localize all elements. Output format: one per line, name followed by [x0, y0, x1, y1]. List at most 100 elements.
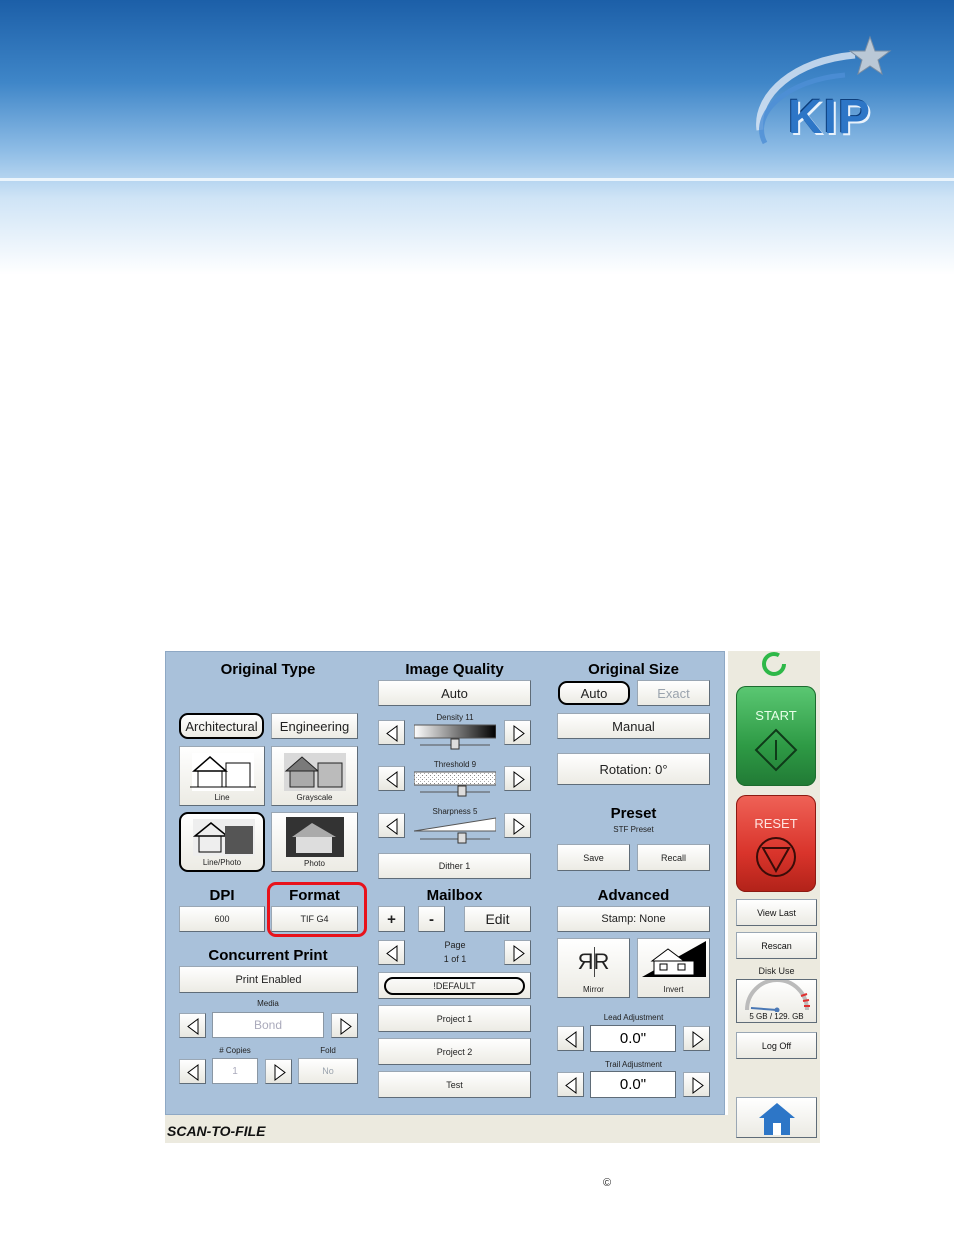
threshold-slider-thumb[interactable]	[457, 785, 467, 797]
house-line-photo-icon	[192, 819, 255, 856]
lead-adjustment-label: Lead Adjustment	[603, 1013, 664, 1022]
arrow-left-icon	[386, 771, 398, 788]
mailbox-item-default[interactable]: !DEFAULT	[378, 972, 531, 999]
kip-logo-text: KIP	[788, 91, 872, 144]
grayscale-mode-button[interactable]: Grayscale	[271, 746, 358, 806]
banner-divider	[0, 178, 954, 181]
reset-label: RESET	[754, 816, 798, 831]
mailbox-edit-button[interactable]: Edit	[464, 906, 531, 932]
photo-mode-button[interactable]: Photo	[271, 812, 358, 872]
fold-label: Fold	[320, 1046, 336, 1055]
start-diamond-icon	[754, 728, 798, 772]
gauge-icon	[745, 978, 810, 1013]
home-icon	[758, 1102, 795, 1135]
mailbox-item-project-2[interactable]: Project 2	[378, 1038, 531, 1065]
density-increase-button[interactable]	[504, 720, 531, 745]
threshold-decrease-button[interactable]	[378, 766, 405, 791]
arrow-left-icon	[386, 725, 398, 742]
mailbox-add-button[interactable]: +	[378, 906, 405, 932]
mailbox-item-label: !DEFAULT	[384, 976, 525, 995]
rotation-button[interactable]: Rotation: 0°	[557, 753, 710, 785]
start-button[interactable]: START	[736, 686, 816, 786]
mailbox-title: Mailbox	[426, 887, 483, 904]
arrow-right-icon	[513, 818, 525, 835]
line-photo-mode-button[interactable]: Line/Photo	[179, 812, 265, 872]
house-line-icon	[190, 753, 256, 791]
original-size-title: Original Size	[588, 661, 679, 678]
trail-increase-button[interactable]	[683, 1072, 710, 1097]
lead-decrease-button[interactable]	[557, 1026, 584, 1051]
size-manual-button[interactable]: Manual	[557, 713, 710, 739]
disk-use-value: 5 GB / 129. GB	[749, 1012, 804, 1021]
reset-stop-icon	[756, 837, 796, 877]
dpi-button[interactable]: 600	[179, 906, 265, 932]
preset-recall-button[interactable]: Recall	[637, 844, 710, 871]
size-auto-button[interactable]: Auto	[558, 681, 630, 705]
mailbox-page-value: 1 of 1	[443, 954, 467, 964]
dpi-title: DPI	[209, 887, 235, 904]
architectural-button[interactable]: Architectural	[179, 713, 264, 739]
line-caption: Line	[214, 793, 230, 802]
line-photo-caption: Line/Photo	[202, 858, 242, 867]
threshold-label: Threshold 9	[433, 760, 477, 769]
media-field[interactable]: Bond	[212, 1012, 324, 1038]
arrow-left-icon	[187, 1018, 199, 1035]
arrow-right-icon	[513, 945, 525, 962]
log-off-button[interactable]: Log Off	[736, 1032, 817, 1059]
mailbox-item-test[interactable]: Test	[378, 1071, 531, 1098]
trail-decrease-button[interactable]	[557, 1072, 584, 1097]
density-slider[interactable]	[414, 724, 496, 750]
media-next-button[interactable]	[331, 1013, 358, 1038]
mirror-caption: Mirror	[583, 985, 604, 994]
mailbox-remove-button[interactable]: -	[418, 906, 445, 932]
copies-label: # Copies	[219, 1046, 251, 1055]
reset-button[interactable]: RESET	[736, 795, 816, 892]
mirror-button[interactable]: ЯR Mirror	[557, 938, 630, 998]
threshold-increase-button[interactable]	[504, 766, 531, 791]
concurrent-print-title: Concurrent Print	[208, 947, 328, 964]
home-button[interactable]	[736, 1097, 817, 1138]
engineering-button[interactable]: Engineering	[271, 713, 358, 739]
lead-increase-button[interactable]	[683, 1026, 710, 1051]
invert-button[interactable]: Invert	[637, 938, 710, 998]
media-label: Media	[257, 999, 279, 1008]
trail-adjustment-label: Trail Adjustment	[604, 1060, 663, 1069]
density-decrease-button[interactable]	[378, 720, 405, 745]
size-exact-button[interactable]: Exact	[637, 680, 710, 706]
house-grayscale-icon	[284, 753, 346, 791]
threshold-slider[interactable]	[414, 771, 496, 799]
mailbox-page-next-button[interactable]	[504, 940, 531, 965]
copies-field[interactable]: 1	[212, 1058, 258, 1084]
invert-house-icon	[642, 941, 706, 977]
grayscale-caption: Grayscale	[296, 793, 333, 802]
stamp-button[interactable]: Stamp: None	[557, 906, 710, 932]
print-enabled-button[interactable]: Print Enabled	[179, 966, 358, 993]
arrow-right-icon	[513, 771, 525, 788]
invert-caption: Invert	[663, 985, 684, 994]
preset-save-button[interactable]: Save	[557, 844, 630, 871]
density-slider-thumb[interactable]	[450, 738, 460, 750]
arrow-right-icon	[513, 725, 525, 742]
sharpness-slider[interactable]	[414, 817, 496, 845]
image-quality-title: Image Quality	[405, 661, 504, 678]
dither-button[interactable]: Dither 1	[378, 853, 531, 879]
copies-prev-button[interactable]	[179, 1059, 206, 1084]
image-quality-auto-button[interactable]: Auto	[378, 680, 531, 706]
trail-adjustment-value[interactable]: 0.0"	[590, 1071, 676, 1098]
mailbox-page-prev-button[interactable]	[378, 940, 405, 965]
media-prev-button[interactable]	[179, 1013, 206, 1038]
view-last-button[interactable]: View Last	[736, 899, 817, 926]
arrow-left-icon	[565, 1031, 577, 1048]
sharpness-increase-button[interactable]	[504, 813, 531, 838]
line-mode-button[interactable]: Line	[179, 746, 265, 806]
mailbox-page-label: Page	[444, 940, 466, 950]
sharpness-decrease-button[interactable]	[378, 813, 405, 838]
arrow-right-icon	[692, 1031, 704, 1048]
rescan-button[interactable]: Rescan	[736, 932, 817, 959]
mailbox-item-project-1[interactable]: Project 1	[378, 1005, 531, 1032]
lead-adjustment-value[interactable]: 0.0"	[590, 1025, 676, 1052]
sharpness-slider-thumb[interactable]	[457, 832, 467, 844]
fold-button[interactable]: No	[298, 1058, 358, 1084]
copies-next-button[interactable]	[265, 1059, 292, 1084]
disk-use-gauge: 5 GB / 129. GB	[736, 978, 817, 1023]
